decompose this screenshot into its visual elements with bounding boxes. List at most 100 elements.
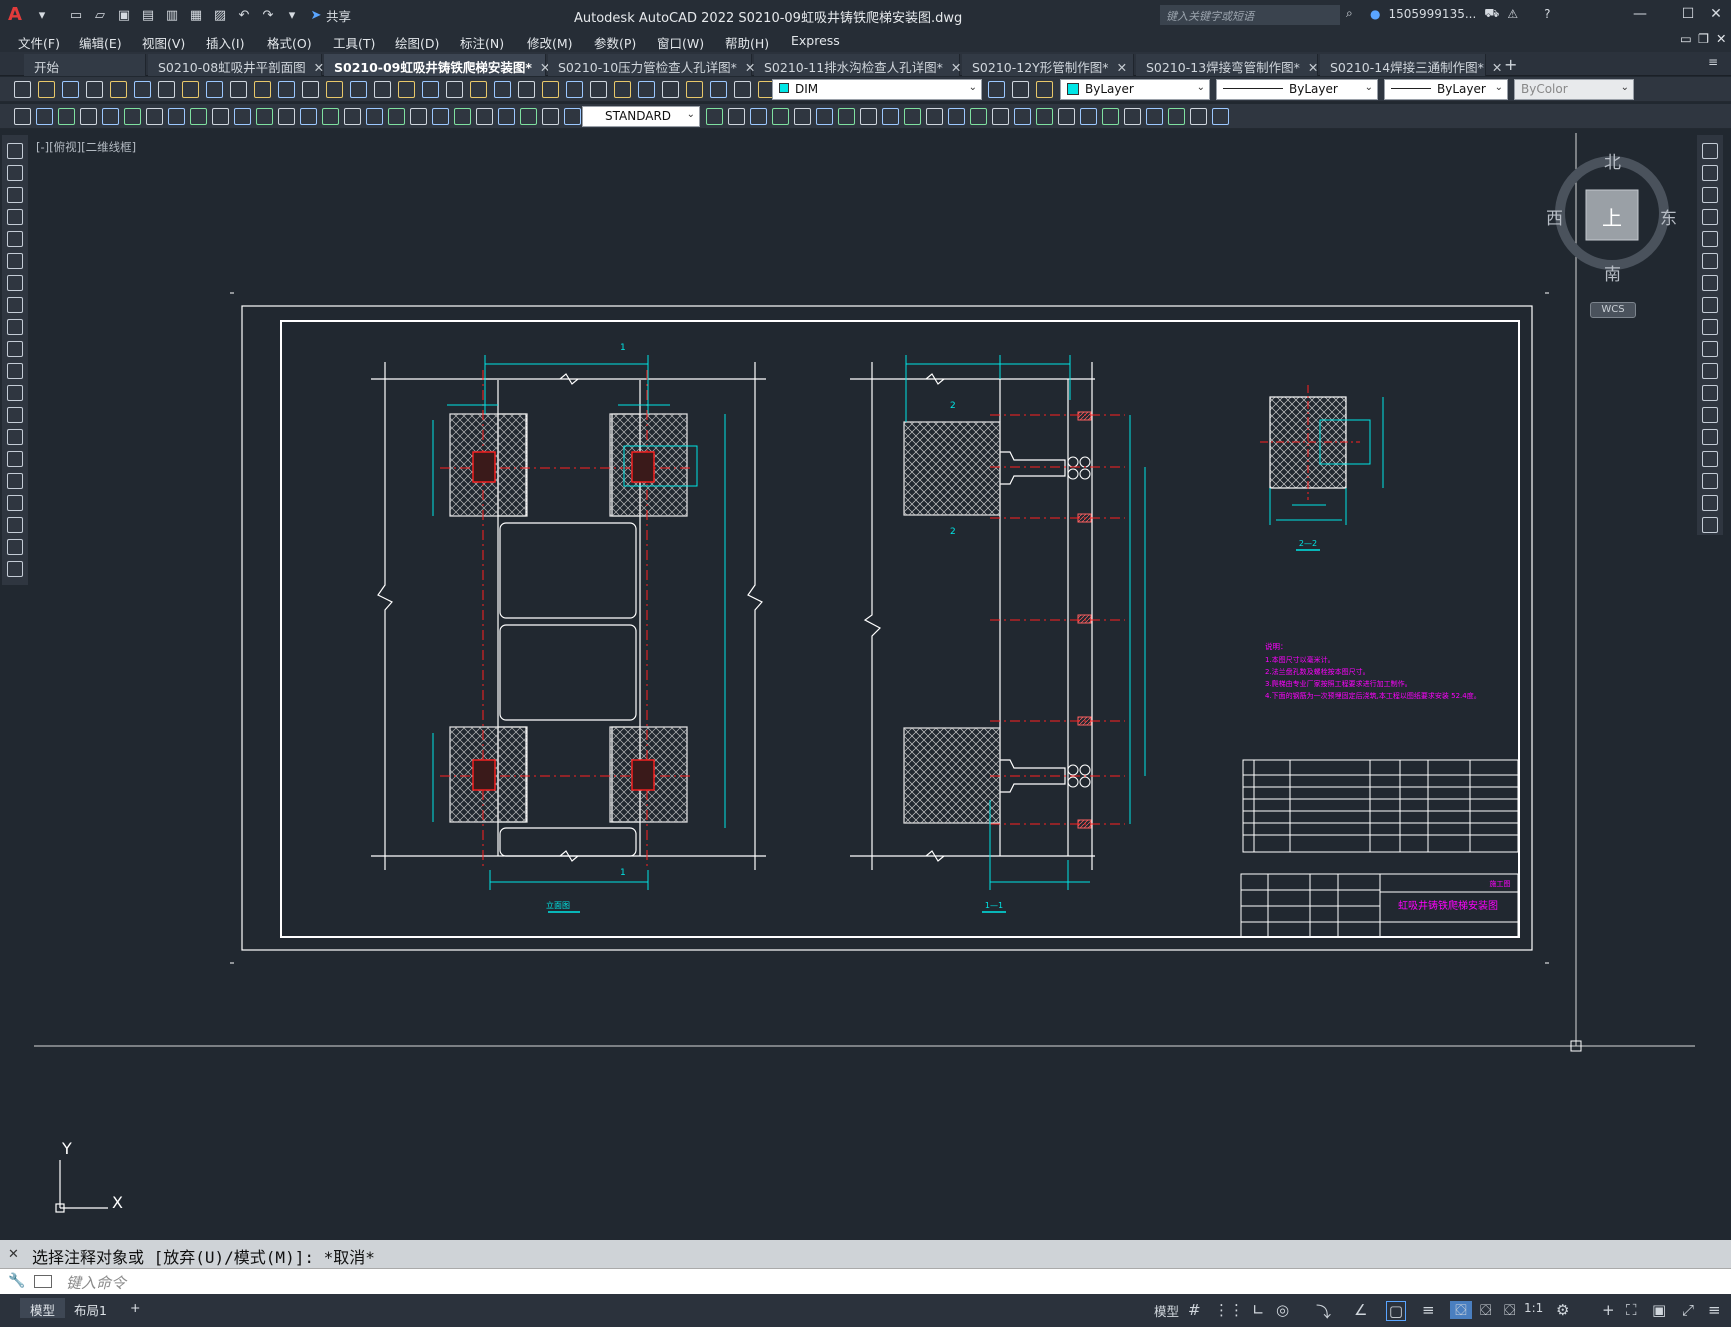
menu-window[interactable]: 窗口(W) <box>657 33 704 52</box>
share-icon[interactable]: ➤ <box>306 5 326 25</box>
draw-tool-icon[interactable] <box>7 165 23 181</box>
modify-tool-icon[interactable] <box>1702 319 1718 335</box>
dimension-tool-icon[interactable] <box>1058 108 1075 125</box>
dimension-tool-icon[interactable] <box>410 108 427 125</box>
dimension-tool-icon[interactable] <box>1190 108 1207 125</box>
modify-tool-icon[interactable] <box>1702 165 1718 181</box>
tab-close-icon[interactable]: ✕ <box>1308 60 1318 75</box>
lineweight-icon[interactable]: ≡ <box>1422 1301 1435 1319</box>
viewcube-east[interactable]: 东 <box>1660 204 1677 229</box>
standard-tool-icon[interactable] <box>230 81 247 98</box>
tab-close-icon[interactable]: ✕ <box>1117 60 1127 75</box>
dimension-tool-icon[interactable] <box>1146 108 1163 125</box>
draw-tool-icon[interactable] <box>7 561 23 577</box>
draw-tool-icon[interactable] <box>7 385 23 401</box>
standard-tool-icon[interactable] <box>206 81 223 98</box>
standard-tool-icon[interactable] <box>470 81 487 98</box>
dimension-tool-icon[interactable] <box>388 108 405 125</box>
dimension-tool-icon[interactable] <box>14 108 31 125</box>
menu-draw[interactable]: 绘图(D) <box>395 33 439 52</box>
dimension-tool-icon[interactable] <box>542 108 559 125</box>
command-input[interactable]: 键入命令 <box>66 1272 126 1293</box>
dimension-tool-icon[interactable] <box>234 108 251 125</box>
dimension-tool-icon[interactable] <box>838 108 855 125</box>
open-icon[interactable]: ▱ <box>90 5 110 25</box>
viewcube-top-face[interactable]: 上 <box>1602 202 1622 231</box>
standard-tool-icon[interactable] <box>614 81 631 98</box>
modify-tool-icon[interactable] <box>1702 275 1718 291</box>
command-recent-icon[interactable] <box>34 1275 52 1288</box>
menu-help[interactable]: 帮助(H) <box>725 33 769 52</box>
standard-tool-icon[interactable] <box>542 81 559 98</box>
standard-tool-icon[interactable] <box>278 81 295 98</box>
print-icon[interactable]: ▨ <box>210 5 230 25</box>
standard-tool-icon[interactable] <box>254 81 271 98</box>
modify-tool-icon[interactable] <box>1702 385 1718 401</box>
standard-tool-icon[interactable] <box>566 81 583 98</box>
menu-tools[interactable]: 工具(T) <box>333 33 375 52</box>
cart-icon[interactable]: ⛟ <box>1484 6 1499 22</box>
customize-menu-icon[interactable]: ≡ <box>1708 1301 1721 1319</box>
standard-tool-icon[interactable] <box>62 81 79 98</box>
plotstyle-dropdown[interactable]: ByColor ⌄ <box>1514 79 1634 100</box>
draw-tool-icon[interactable] <box>7 143 23 159</box>
command-close-icon[interactable]: ✕ <box>8 1247 19 1262</box>
standard-tool-icon[interactable] <box>326 81 343 98</box>
standard-tool-icon[interactable] <box>374 81 391 98</box>
dimension-tool-icon[interactable] <box>344 108 361 125</box>
draw-tool-icon[interactable] <box>7 451 23 467</box>
tab-s0210-11[interactable]: S0210-11排水沟检查人孔详图* ✕ <box>754 54 961 76</box>
dimension-tool-icon[interactable] <box>498 108 515 125</box>
standard-tool-icon[interactable] <box>182 81 199 98</box>
isolate-icon[interactable]: ⛶ <box>1626 1301 1637 1319</box>
modify-tool-icon[interactable] <box>1702 341 1718 357</box>
dimension-tool-icon[interactable] <box>1036 108 1053 125</box>
dimension-tool-icon[interactable] <box>168 108 185 125</box>
customize-icon[interactable]: ▾ <box>282 5 302 25</box>
dimension-tool-icon[interactable] <box>278 108 295 125</box>
color-dropdown[interactable]: ByLayer ⌄ <box>1060 79 1210 100</box>
standard-tool-icon[interactable] <box>398 81 415 98</box>
auto-scale-icon[interactable]: ⛋ <box>1504 1301 1515 1319</box>
modify-tool-icon[interactable] <box>1702 297 1718 313</box>
standard-tool-icon[interactable] <box>422 81 439 98</box>
tab-list-icon[interactable]: ≡ <box>1708 55 1718 69</box>
dimension-tool-icon[interactable] <box>300 108 317 125</box>
standard-tool-icon[interactable] <box>710 81 727 98</box>
dimension-tool-icon[interactable] <box>432 108 449 125</box>
dimension-tool-icon[interactable] <box>860 108 877 125</box>
draw-tool-icon[interactable] <box>7 517 23 533</box>
draw-tool-icon[interactable] <box>7 341 23 357</box>
annotation-visibility-icon[interactable]: ⛋ <box>1480 1301 1491 1319</box>
standard-tool-icon[interactable] <box>638 81 655 98</box>
modify-tool-icon[interactable] <box>1702 517 1718 533</box>
wrench-icon[interactable]: 🔧 <box>8 1273 25 1289</box>
menu-parametric[interactable]: 参数(P) <box>594 33 636 52</box>
ortho-icon[interactable]: ∟ <box>1252 1301 1265 1319</box>
dimension-tool-icon[interactable] <box>926 108 943 125</box>
modify-tool-icon[interactable] <box>1702 473 1718 489</box>
standard-tool-icon[interactable] <box>38 81 55 98</box>
standard-tool-icon[interactable] <box>988 81 1005 98</box>
save-icon[interactable]: ▣ <box>114 5 134 25</box>
standard-tool-icon[interactable] <box>518 81 535 98</box>
snap-icon[interactable]: ⋮⋮ <box>1214 1301 1244 1319</box>
draw-tool-icon[interactable] <box>7 429 23 445</box>
minimize-icon[interactable]: — <box>1628 4 1652 24</box>
tab-model[interactable]: 模型 <box>20 1298 66 1318</box>
share-label[interactable]: 共享 <box>326 6 351 25</box>
dimension-tool-icon[interactable] <box>948 108 965 125</box>
cad-drawing[interactable]: 立面图 1—1 2—2 1 1 2 2 说明： 1.本图尺寸以毫米计。 2.法兰… <box>30 133 1695 1238</box>
tab-s0210-12[interactable]: S0210-12Y形管制作图* ✕ <box>962 54 1134 76</box>
draw-tool-icon[interactable] <box>7 407 23 423</box>
draw-tool-icon[interactable] <box>7 319 23 335</box>
dimension-tool-icon[interactable] <box>970 108 987 125</box>
dimension-tool-icon[interactable] <box>794 108 811 125</box>
isodraft-icon[interactable]: ∠ <box>1354 1301 1367 1319</box>
exchange-icon[interactable]: ⚠ <box>1507 7 1518 21</box>
osnap-tracking-icon[interactable]: ⤵ <box>1316 1301 1331 1322</box>
tab-close-icon[interactable]: ✕ <box>1492 60 1502 75</box>
tab-close-icon[interactable]: ✕ <box>951 60 961 75</box>
polar-icon[interactable]: ◎ <box>1276 1301 1289 1319</box>
modify-tool-icon[interactable] <box>1702 363 1718 379</box>
